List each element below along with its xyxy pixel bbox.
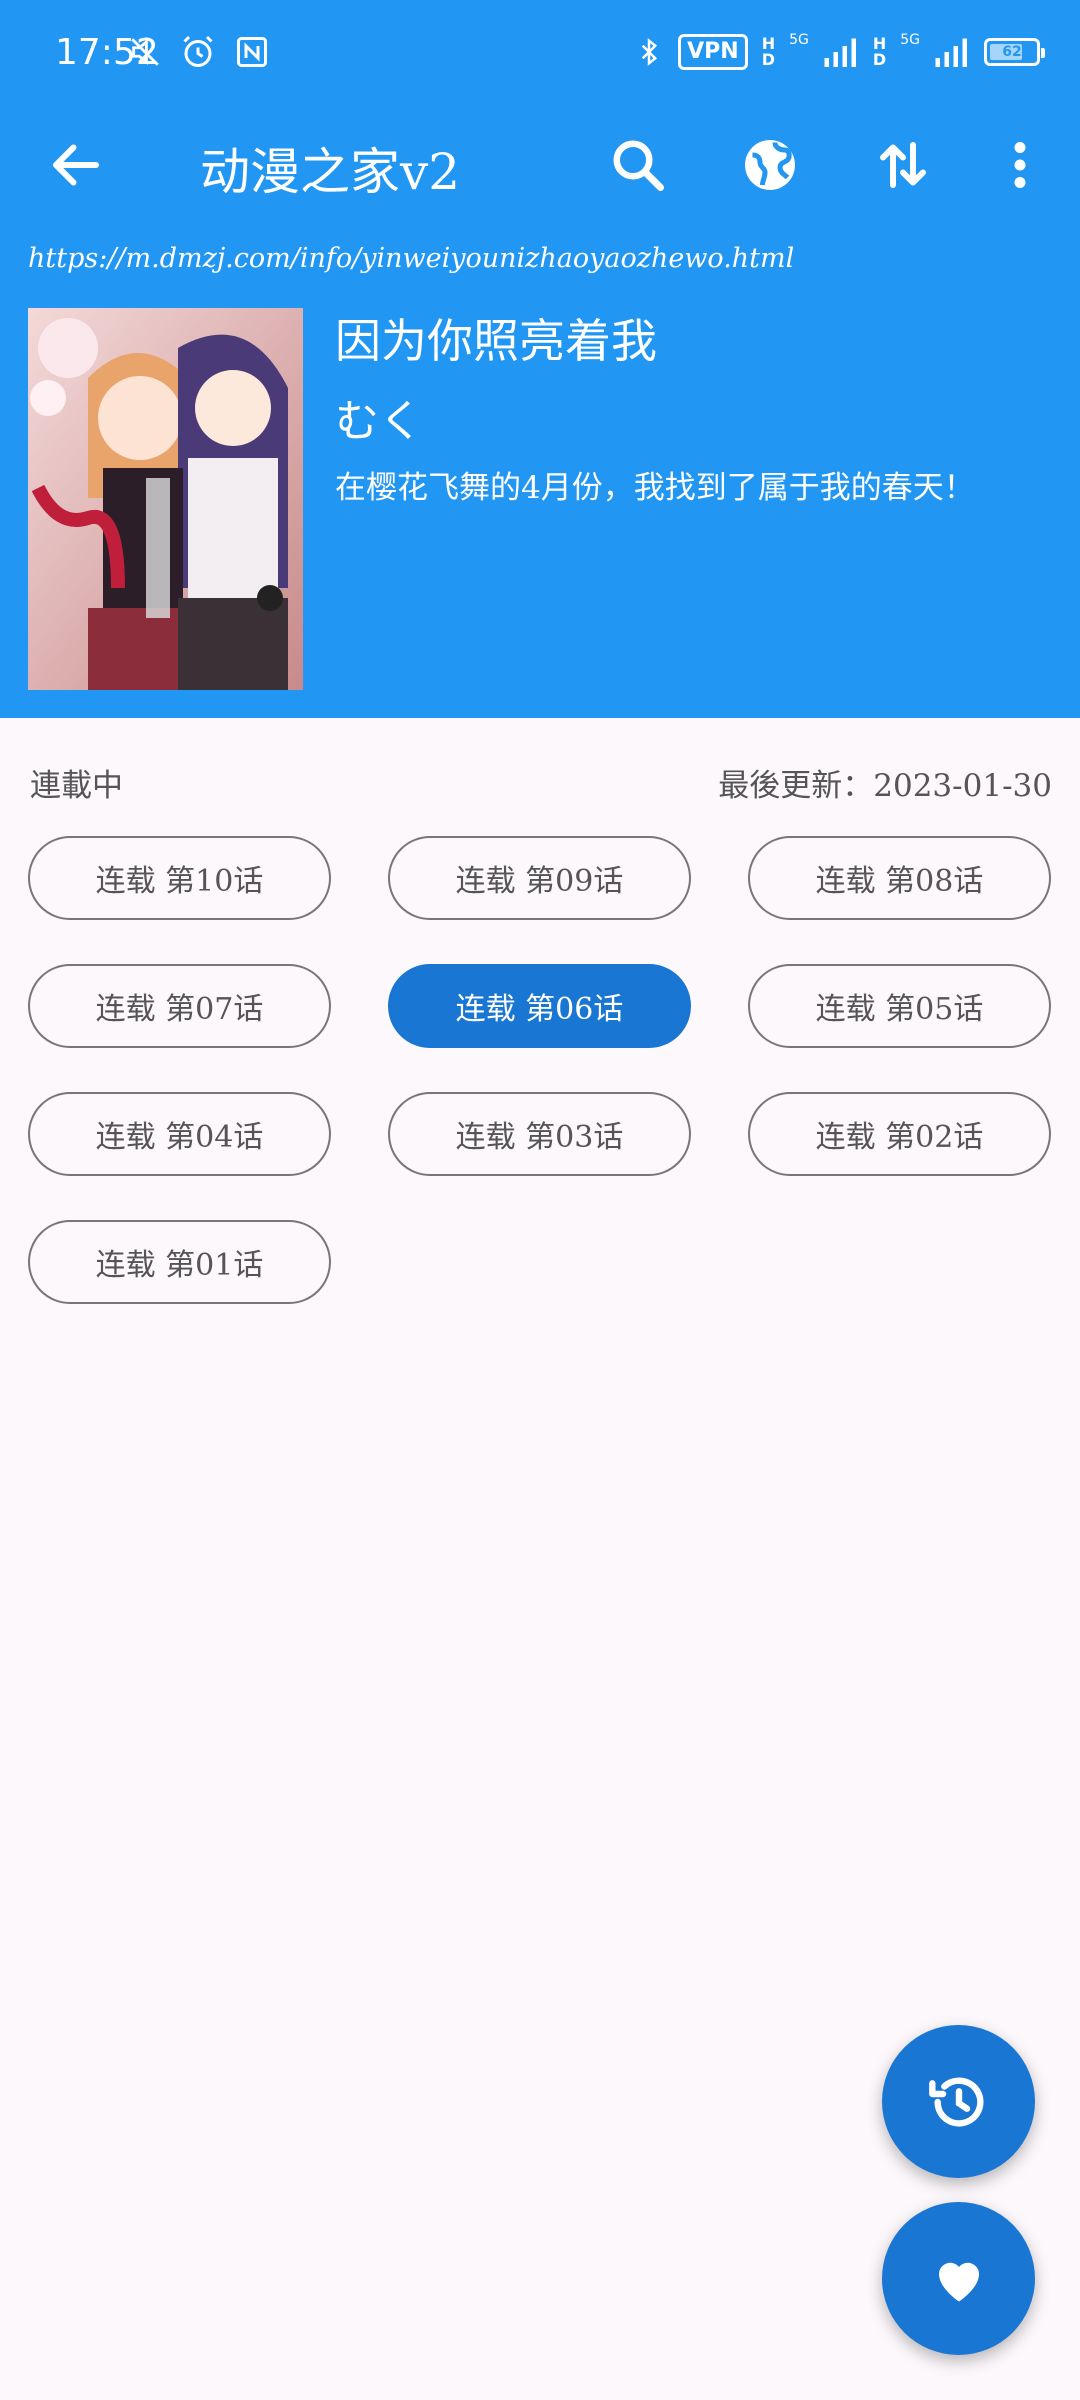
signal-label-1: 5G bbox=[789, 32, 809, 48]
chapter-button[interactable]: 连载 第07话 bbox=[28, 964, 331, 1048]
manga-url-link[interactable]: https://m.dmzj.com/info/yinweiyounizhaoy… bbox=[28, 243, 794, 274]
chapter-button[interactable]: 连载 第01话 bbox=[28, 1220, 331, 1304]
manga-description: 在樱花飞舞的4月份，我找到了属于我的春天！ bbox=[335, 470, 975, 506]
signal-icon bbox=[824, 38, 856, 67]
battery-icon: 62 bbox=[984, 38, 1045, 66]
battery-level: 62 bbox=[1002, 44, 1022, 60]
nfc-icon bbox=[237, 37, 267, 67]
hd-label-2: HD bbox=[872, 34, 887, 69]
serialization-status: 連載中 bbox=[30, 768, 123, 804]
manga-title: 因为你照亮着我 bbox=[335, 314, 657, 368]
manga-cover-image[interactable] bbox=[28, 308, 303, 690]
chapter-button[interactable]: 连载 第03话 bbox=[388, 1092, 691, 1176]
chapter-button-selected[interactable]: 连载 第06话 bbox=[388, 964, 691, 1048]
globe-icon[interactable] bbox=[740, 135, 800, 195]
back-arrow-icon[interactable] bbox=[46, 135, 106, 195]
chapter-button[interactable]: 连载 第04话 bbox=[28, 1092, 331, 1176]
header: 17:52 VPN HD 5G HD 5G 62 动漫之家v2 https://… bbox=[0, 0, 1080, 718]
vpn-badge: VPN bbox=[678, 34, 748, 70]
search-icon[interactable] bbox=[608, 135, 668, 195]
history-icon bbox=[928, 2077, 984, 2127]
chapter-button[interactable]: 连载 第09话 bbox=[388, 836, 691, 920]
signal-icon-2 bbox=[935, 38, 967, 67]
mute-icon bbox=[131, 38, 159, 66]
history-fab-button[interactable] bbox=[882, 2025, 1035, 2178]
status-bar: 17:52 VPN HD 5G HD 5G 62 bbox=[0, 0, 1080, 110]
chapter-button[interactable]: 连载 第10话 bbox=[28, 836, 331, 920]
chapter-button[interactable]: 连载 第08话 bbox=[748, 836, 1051, 920]
chapter-button[interactable]: 连载 第02话 bbox=[748, 1092, 1051, 1176]
alarm-icon bbox=[183, 35, 213, 67]
last-update-date: 最後更新：2023-01-30 bbox=[718, 768, 1052, 804]
more-vert-icon[interactable] bbox=[990, 135, 1050, 195]
favorite-heart-icon bbox=[938, 2262, 979, 2301]
hd-label-1: HD bbox=[761, 34, 776, 69]
chapter-button[interactable]: 连载 第05话 bbox=[748, 964, 1051, 1048]
sort-icon[interactable] bbox=[873, 135, 933, 195]
manga-author: むく bbox=[335, 396, 423, 447]
signal-label-2: 5G bbox=[900, 32, 920, 48]
app-title: 动漫之家v2 bbox=[200, 143, 461, 201]
toolbar: 动漫之家v2 bbox=[0, 110, 1080, 220]
bluetooth-icon bbox=[641, 38, 658, 66]
favorite-fab-button[interactable] bbox=[882, 2202, 1035, 2355]
